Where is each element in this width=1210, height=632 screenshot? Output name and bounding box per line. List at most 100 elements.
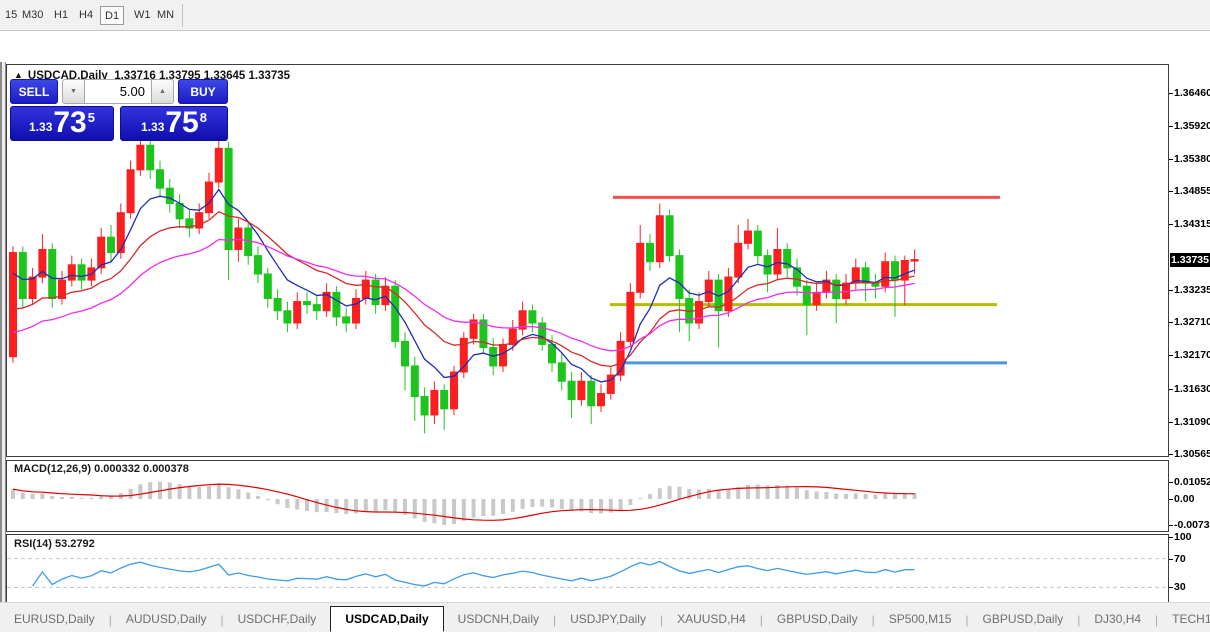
macd-histogram-bar bbox=[227, 487, 231, 499]
volume-decrease-icon[interactable]: ▼ bbox=[62, 79, 85, 104]
buy-price-prefix: 1.33 bbox=[141, 120, 164, 134]
candle-body bbox=[882, 262, 889, 287]
price-tick-label: 1.32170 bbox=[1174, 349, 1210, 361]
macd-histogram-bar bbox=[834, 494, 838, 499]
chart-tab-usdcad-3[interactable]: USDCAD,Daily bbox=[330, 606, 443, 632]
macd-histogram-bar bbox=[589, 499, 593, 513]
timeframe-button-h1[interactable]: H1 bbox=[50, 6, 72, 25]
candle-body bbox=[10, 253, 17, 357]
macd-histogram-bar bbox=[893, 494, 897, 499]
candle-body bbox=[666, 216, 673, 256]
toolbar-separator bbox=[182, 4, 183, 27]
candle-body bbox=[647, 243, 654, 261]
price-tick-mark bbox=[1169, 159, 1173, 160]
macd-histogram-bar bbox=[266, 499, 270, 500]
candle-body bbox=[235, 228, 242, 249]
sell-button[interactable]: SELL bbox=[10, 79, 58, 104]
macd-histogram-bar bbox=[374, 499, 378, 511]
timeframe-button-h4[interactable]: H4 bbox=[75, 6, 97, 25]
rsi-canvas[interactable] bbox=[7, 535, 1168, 609]
candle-body bbox=[255, 256, 262, 274]
rsi-header: RSI(14) 53.2792 bbox=[14, 538, 95, 550]
volume-increase-icon[interactable]: ▲ bbox=[151, 79, 174, 104]
buy-price-big: 75 bbox=[165, 108, 198, 138]
candle-body bbox=[245, 228, 252, 256]
candle-body bbox=[402, 341, 409, 366]
macd-histogram-bar bbox=[256, 496, 260, 499]
candle-body bbox=[215, 148, 222, 182]
one-click-trade-panel: SELL ▼ ▲ BUY 1.33 73 5 1.33 75 8 bbox=[10, 79, 228, 141]
price-tick-mark bbox=[1169, 422, 1173, 423]
candle-body bbox=[549, 344, 556, 362]
buy-price-tile[interactable]: 1.33 75 8 bbox=[120, 106, 228, 141]
timeframe-button-w1[interactable]: W1 bbox=[130, 6, 155, 25]
macd-histogram-bar bbox=[197, 487, 201, 499]
macd-histogram-bar bbox=[511, 499, 515, 512]
chart-tab-tech100-11[interactable]: TECH100,H1 bbox=[1158, 608, 1210, 632]
chart-window: ▲USDCAD,Daily 1.33716 1.33795 1.33645 1.… bbox=[0, 31, 1210, 602]
macd-histogram-bar bbox=[570, 499, 574, 511]
chart-tab-gbpusd-9[interactable]: GBPUSD,Daily bbox=[969, 608, 1078, 632]
candle-body bbox=[313, 305, 320, 311]
macd-histogram-bar bbox=[383, 499, 387, 510]
candle-body bbox=[441, 390, 448, 408]
chart-tab-usdjpy-5[interactable]: USDJPY,Daily bbox=[556, 608, 660, 632]
price-tick-label: 1.34315 bbox=[1174, 218, 1210, 230]
candle-body bbox=[735, 243, 742, 277]
macd-histogram-bar bbox=[815, 492, 819, 499]
macd-histogram-bar bbox=[717, 490, 721, 499]
price-tick-mark bbox=[1169, 191, 1173, 192]
candle-body bbox=[166, 188, 173, 203]
candle-body bbox=[803, 286, 810, 304]
timeframe-button-d1[interactable]: D1 bbox=[100, 6, 124, 25]
candle-body bbox=[147, 145, 154, 170]
macd-tick-mark bbox=[1169, 499, 1173, 500]
macd-histogram-bar bbox=[854, 493, 858, 499]
candle-body bbox=[539, 323, 546, 344]
sell-price-tile[interactable]: 1.33 73 5 bbox=[10, 106, 114, 141]
rsi-tick-label: 30 bbox=[1174, 581, 1186, 593]
macd-histogram-bar bbox=[246, 492, 250, 499]
macd-histogram-bar bbox=[452, 499, 456, 524]
candle-body bbox=[588, 381, 595, 406]
macd-histogram-bar bbox=[207, 486, 211, 499]
macd-histogram-bar bbox=[844, 494, 848, 499]
candle-body bbox=[98, 237, 105, 268]
macd-histogram-bar bbox=[530, 499, 534, 507]
candle-body bbox=[108, 237, 115, 252]
price-tick-label: 1.35920 bbox=[1174, 120, 1210, 132]
macd-histogram-bar bbox=[442, 499, 446, 525]
candle-body bbox=[206, 182, 213, 213]
chart-tab-usdchf-2[interactable]: USDCHF,Daily bbox=[224, 608, 331, 632]
price-tick-mark bbox=[1169, 454, 1173, 455]
chart-tab-gbpusd-7[interactable]: GBPUSD,Daily bbox=[763, 608, 872, 632]
chart-tab-dj30-10[interactable]: DJ30,H4 bbox=[1080, 608, 1155, 632]
macd-histogram-bar bbox=[883, 494, 887, 499]
macd-histogram-bar bbox=[805, 490, 809, 499]
rsi-line bbox=[33, 562, 915, 587]
chart-tab-usdcnh-4[interactable]: USDCNH,Daily bbox=[444, 608, 553, 632]
candle-body bbox=[529, 311, 536, 323]
chart-tab-xauusd-6[interactable]: XAUUSD,H4 bbox=[663, 608, 760, 632]
chart-tab-eurusd-0[interactable]: EURUSD,Daily bbox=[0, 608, 109, 632]
timeframe-button-m30[interactable]: M30 bbox=[18, 6, 47, 25]
candle-body bbox=[274, 298, 281, 310]
chart-tab-sp500-8[interactable]: SP500,M15 bbox=[875, 608, 966, 632]
candle-body bbox=[656, 216, 663, 262]
candle-body bbox=[157, 170, 164, 188]
price-tick-label: 1.31090 bbox=[1174, 416, 1210, 428]
price-tick-mark bbox=[1169, 355, 1173, 356]
chart-tab-audusd-1[interactable]: AUDUSD,Daily bbox=[112, 608, 221, 632]
price-tick-label: 1.30565 bbox=[1174, 448, 1210, 460]
price-tick-mark bbox=[1169, 126, 1173, 127]
buy-button[interactable]: BUY bbox=[178, 79, 228, 104]
volume-input[interactable] bbox=[85, 79, 151, 104]
macd-histogram-bar bbox=[658, 488, 662, 499]
macd-histogram-bar bbox=[295, 499, 299, 510]
macd-histogram-bar bbox=[178, 484, 182, 499]
macd-histogram-bar bbox=[344, 499, 348, 514]
macd-histogram-bar bbox=[413, 499, 417, 518]
macd-tick-mark bbox=[1169, 482, 1173, 483]
timeframe-button-mn[interactable]: MN bbox=[153, 6, 178, 25]
rsi-panel[interactable] bbox=[6, 534, 1169, 610]
